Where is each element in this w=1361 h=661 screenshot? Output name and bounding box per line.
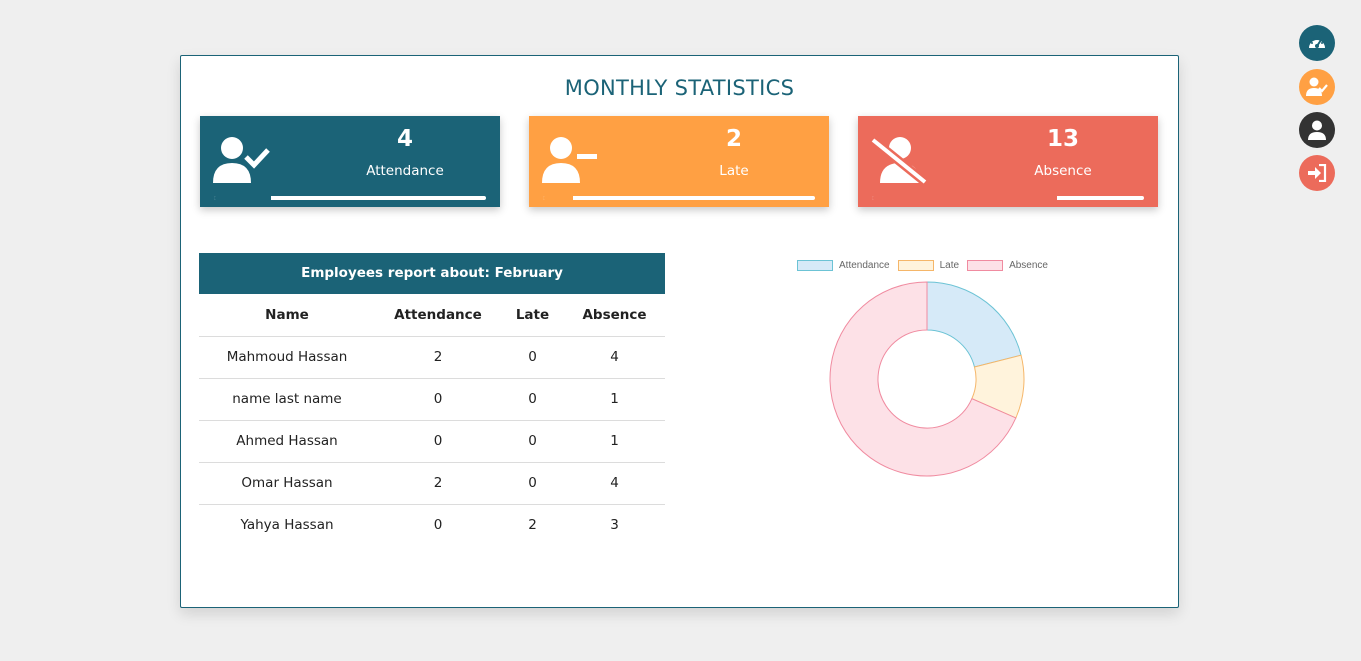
table-header-row: Name Attendance Late Absence <box>199 294 665 337</box>
late-card: 2 Late <box>529 116 829 207</box>
cell-absence: 3 <box>610 517 619 534</box>
cell-attendance: 0 <box>375 420 501 463</box>
cell-name: Omar Hassan <box>199 462 375 505</box>
gauge-icon <box>1309 38 1325 48</box>
cell-absence: 4 <box>564 462 665 505</box>
column-header-late: Late <box>501 294 564 337</box>
page-title: MONTHLY STATISTICS <box>564 76 795 100</box>
legend-label-attendance: Attendance <box>839 260 890 271</box>
column-header-absence: Absence <box>564 294 665 337</box>
table-row: Ahmed Hassan 0 0 1 <box>199 420 665 463</box>
absence-progress <box>872 196 1144 200</box>
legend-swatch-late <box>897 260 934 271</box>
logout-button[interactable] <box>1299 155 1335 191</box>
table-row: Yahya Hassan 0 2 3 <box>199 504 665 546</box>
attendance-card: 4 Attendance <box>200 116 500 207</box>
cell-late: 0 <box>501 336 564 379</box>
absence-progress-fill <box>872 196 1057 200</box>
late-progress <box>543 196 815 200</box>
legend-swatch-attendance <box>797 260 833 271</box>
employees-report-table: Name Attendance Late Absence Mahmoud Has… <box>199 294 665 546</box>
report-header: Employees report about: February <box>199 253 665 294</box>
attendance-label: Attendance <box>366 163 444 179</box>
cell-attendance: 2 <box>375 462 501 505</box>
user-slash-icon <box>870 136 928 184</box>
cell-name: Mahmoud Hassan <box>199 336 375 379</box>
cell-name: name last name <box>199 378 375 421</box>
user-check-icon <box>1306 77 1328 96</box>
cell-late: 0 <box>501 462 564 505</box>
cell-late: 0 <box>501 378 564 421</box>
late-label: Late <box>719 163 749 179</box>
legend-item-absence[interactable]: Absence <box>967 260 1048 271</box>
absence-label: Absence <box>1034 163 1092 179</box>
column-header-attendance: Attendance <box>375 294 501 337</box>
legend-swatch-absence <box>967 260 1004 271</box>
user-minus-icon <box>542 137 597 183</box>
cell-absence: 4 <box>564 336 665 379</box>
legend-item-attendance[interactable]: Attendance <box>797 260 890 271</box>
user-check-icon <box>213 137 270 183</box>
legend-label-late: Late <box>939 260 960 271</box>
cell-late: 0 <box>501 420 564 463</box>
late-value: 2 <box>725 126 742 152</box>
cell-attendance: 0 <box>375 378 501 421</box>
cell-attendance: 2 <box>375 336 501 379</box>
monthly-statistics-panel: MONTHLY STATISTICS 4 Attendance 2 Late 1… <box>180 55 1179 608</box>
chart-slice-attendance[interactable] <box>926 281 1022 368</box>
table-row: Mahmoud Hassan 2 0 4 <box>199 336 665 379</box>
legend-label-absence: Absence <box>1009 260 1048 271</box>
attendance-button[interactable] <box>1299 69 1335 105</box>
table-row: Omar Hassan 2 0 4 <box>199 462 665 505</box>
doughnut-chart <box>829 281 1025 477</box>
cell-name: Yahya Hassan <box>240 517 334 534</box>
late-progress-fill <box>543 196 573 200</box>
attendance-progress-fill <box>214 196 272 200</box>
cell-attendance: 0 <box>433 517 443 534</box>
legend-item-late[interactable]: Late <box>897 260 960 271</box>
cell-name: Ahmed Hassan <box>199 420 375 463</box>
sign-in-icon <box>1308 164 1327 182</box>
cell-late: 2 <box>528 517 537 534</box>
column-header-name: Name <box>199 294 375 337</box>
cell-absence: 1 <box>564 420 665 463</box>
absence-value: 13 <box>1046 126 1079 152</box>
attendance-value: 4 <box>396 126 413 152</box>
attendance-progress <box>214 196 486 200</box>
absence-card: 13 Absence <box>858 116 1158 207</box>
user-icon <box>1308 120 1326 140</box>
profile-button[interactable] <box>1299 112 1335 148</box>
dashboard-button[interactable] <box>1299 25 1335 61</box>
chart-legend: Attendance Late Absence <box>797 260 1048 271</box>
cell-absence: 1 <box>564 378 665 421</box>
table-row: name last name 0 0 1 <box>199 378 665 421</box>
